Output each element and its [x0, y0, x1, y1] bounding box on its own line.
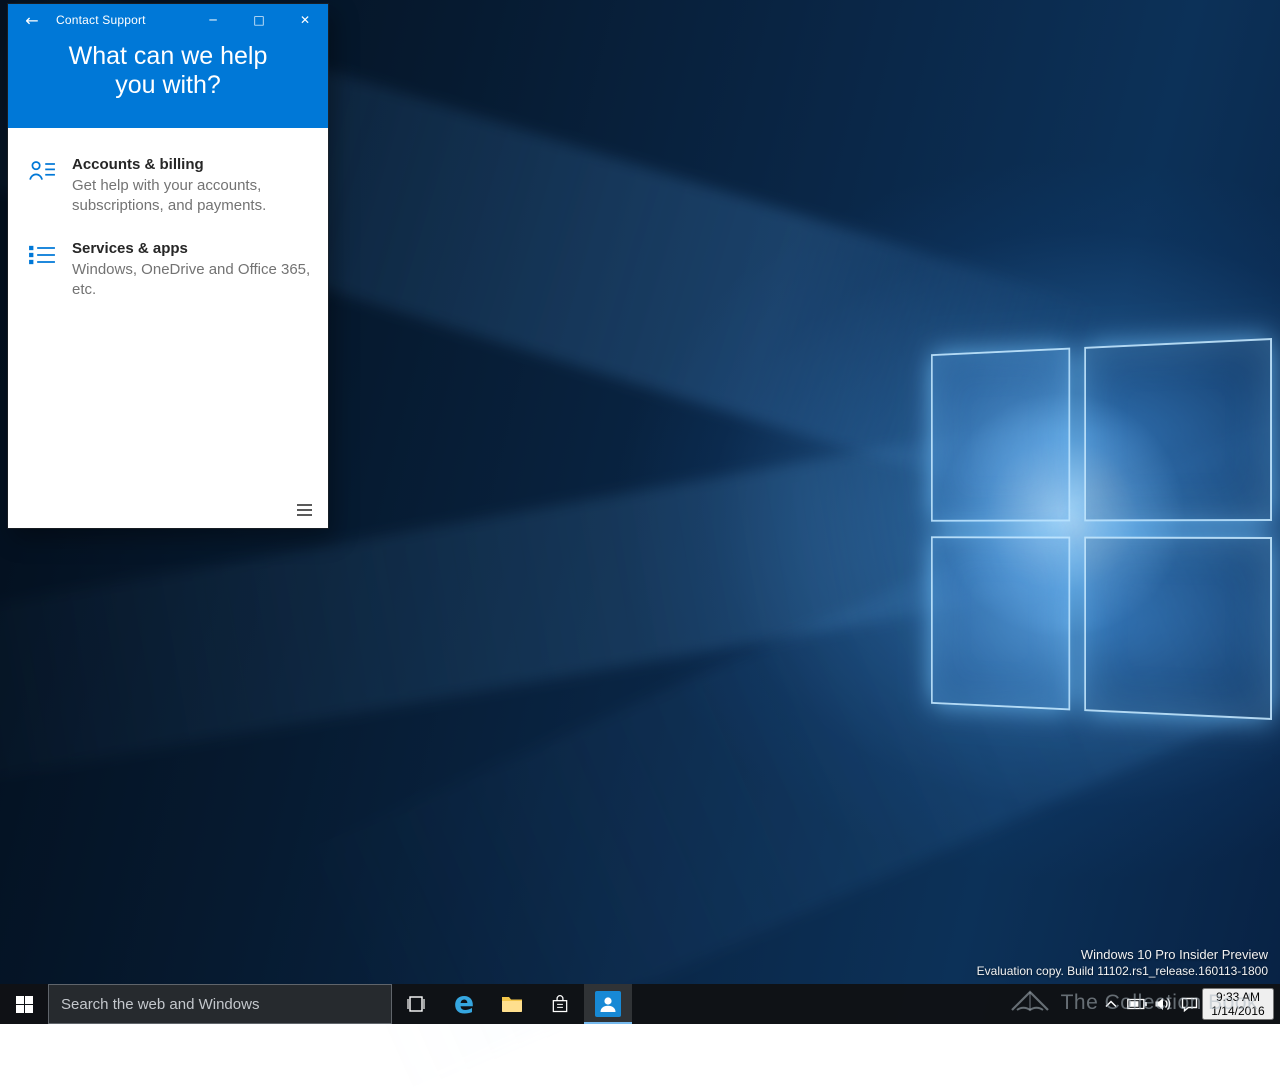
store-button[interactable]: [536, 984, 584, 1024]
start-button[interactable]: [0, 984, 48, 1024]
accounts-billing-icon: [28, 156, 72, 216]
list-item-text: Accounts & billing Get help with your ac…: [72, 156, 312, 216]
task-view-button[interactable]: [392, 984, 440, 1024]
logo-pane-bottom-left: [931, 536, 1070, 710]
battery-icon: [1127, 998, 1147, 1010]
maximize-button[interactable]: □: [236, 4, 282, 36]
clock-date: 1/14/2016: [1206, 1004, 1270, 1018]
logo-pane-bottom-right: [1084, 537, 1272, 720]
file-explorer-icon: [501, 995, 523, 1013]
services-apps-icon: [28, 240, 72, 300]
battery-button[interactable]: [1124, 998, 1150, 1010]
insider-build-watermark: Windows 10 Pro Insider Preview Evaluatio…: [977, 947, 1268, 978]
taskbar: e: [0, 984, 1280, 1024]
task-view-icon: [405, 995, 427, 1013]
action-center-button[interactable]: [1176, 997, 1202, 1012]
store-icon: [550, 994, 570, 1014]
contact-support-taskbar-button[interactable]: [584, 984, 632, 1024]
volume-icon: [1154, 996, 1172, 1012]
action-center-icon: [1181, 997, 1198, 1012]
list-item-services-apps[interactable]: Services & apps Windows, OneDrive and Of…: [8, 240, 328, 300]
list-item-text: Services & apps Windows, OneDrive and Of…: [72, 240, 312, 300]
edge-browser-button[interactable]: e: [440, 984, 488, 1024]
windows-hero-logo: [931, 338, 1272, 720]
clock-time: 9:33 AM: [1206, 990, 1270, 1004]
back-button[interactable]: ←: [8, 4, 56, 36]
more-menu-icon[interactable]: [292, 500, 316, 520]
list-item-description: Get help with your accounts, subscriptio…: [72, 176, 312, 216]
volume-button[interactable]: [1150, 996, 1176, 1012]
minimize-button[interactable]: ─: [190, 4, 236, 36]
search-input[interactable]: [48, 984, 392, 1024]
logo-pane-top-right: [1084, 338, 1272, 521]
edge-icon: e: [454, 989, 474, 1019]
list-item-title: Accounts & billing: [72, 156, 312, 173]
windows-logo-icon: [16, 996, 33, 1013]
watermark-build: Evaluation copy. Build 11102.rs1_release…: [977, 964, 1268, 978]
clock[interactable]: 9:33 AM 1/14/2016: [1202, 988, 1274, 1020]
system-tray: 9:33 AM 1/14/2016: [1098, 984, 1280, 1024]
list-item-accounts-billing[interactable]: Accounts & billing Get help with your ac…: [8, 156, 328, 216]
close-button[interactable]: ✕: [282, 4, 328, 36]
chevron-up-icon: [1104, 999, 1118, 1009]
window-title: Contact Support: [56, 13, 190, 27]
tray-overflow-button[interactable]: [1098, 999, 1124, 1009]
logo-pane-top-left: [931, 348, 1070, 522]
file-explorer-button[interactable]: [488, 984, 536, 1024]
list-item-description: Windows, OneDrive and Office 365, etc.: [72, 260, 312, 300]
window-body: Accounts & billing Get help with your ac…: [8, 128, 328, 528]
contact-support-window: ← Contact Support ─ □ ✕ What can we help…: [8, 4, 328, 528]
window-titlebar[interactable]: ← Contact Support ─ □ ✕: [8, 4, 328, 36]
list-item-title: Services & apps: [72, 240, 312, 257]
contact-support-icon: [595, 991, 621, 1017]
page-title: What can we help you with?: [8, 36, 328, 128]
watermark-edition: Windows 10 Pro Insider Preview: [977, 947, 1268, 962]
